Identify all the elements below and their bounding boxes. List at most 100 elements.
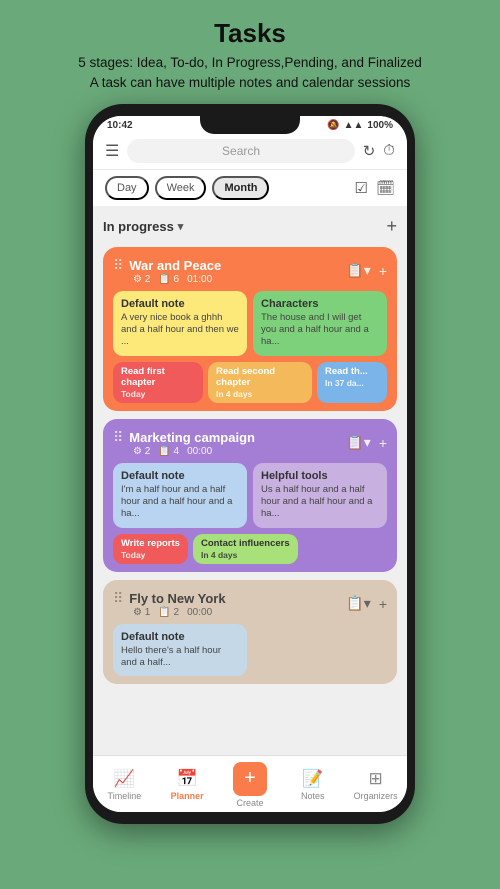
nav-item-create[interactable]: + Create bbox=[228, 762, 272, 808]
session-date: In 37 da... bbox=[325, 378, 379, 388]
tab-month[interactable]: Month bbox=[212, 176, 269, 200]
page-subtitle: 5 stages: Idea, To-do, In Progress,Pendi… bbox=[78, 53, 421, 94]
session-chip[interactable]: Write reports Today bbox=[113, 534, 188, 564]
task-actions: 📋▾ + bbox=[346, 434, 387, 451]
note-card[interactable]: Helpful tools Us a half hour and a half … bbox=[253, 463, 387, 528]
nav-label-create: Create bbox=[236, 798, 263, 808]
section-add-button[interactable]: + bbox=[386, 216, 397, 237]
notes-grid: Default note A very nice book a ghhh and… bbox=[113, 291, 387, 356]
tab-week[interactable]: Week bbox=[155, 176, 207, 200]
calendar-icon[interactable]: 🗓 bbox=[376, 179, 395, 197]
task-title-group: ⠿ Fly to New York ⚙ 1 📋 2 00:00 bbox=[113, 590, 226, 618]
task-meta-notes: 📋 2 bbox=[158, 607, 179, 618]
task-meta-tasks: ⚙ 1 bbox=[133, 607, 150, 618]
drag-handle-icon[interactable]: ⠿ bbox=[113, 429, 123, 446]
task-meta: ⚙ 1 📋 2 00:00 bbox=[133, 607, 226, 618]
note-title: Default note bbox=[121, 298, 239, 310]
task-add-icon[interactable]: + bbox=[379, 596, 387, 612]
section-label: In progress ▾ bbox=[103, 219, 183, 234]
note-card[interactable]: Default note Hello there's a half hour a… bbox=[113, 624, 247, 677]
wifi-icon: ▲▲ bbox=[344, 120, 364, 131]
task-copy-icon[interactable]: 📋▾ bbox=[346, 434, 370, 451]
timer-icon[interactable]: ⏱ bbox=[383, 142, 395, 159]
session-date: Today bbox=[121, 389, 195, 399]
nav-item-notes[interactable]: 📝 Notes bbox=[291, 769, 335, 801]
note-body: Hello there's a half hour and a half... bbox=[121, 645, 239, 670]
task-card-war-peace: ⠿ War and Peace ⚙ 2 📋 6 01:00 📋▾ + bbox=[103, 247, 397, 411]
notes-grid: Default note I'm a half hour and a half … bbox=[113, 463, 387, 528]
task-header: ⠿ Marketing campaign ⚙ 2 📋 4 00:00 📋▾ + bbox=[113, 429, 387, 457]
nav-item-timeline[interactable]: 📈 Timeline bbox=[102, 769, 146, 801]
top-bar: ☰ Search ↻ ⏱ bbox=[93, 133, 407, 170]
content-area: In progress ▾ + ⠿ War and Peace ⚙ 2 bbox=[93, 206, 407, 755]
section-title: In progress bbox=[103, 219, 174, 234]
note-body: A very nice book a ghhh and a half hour … bbox=[121, 312, 239, 349]
signal-icon: 🔕 bbox=[327, 120, 339, 131]
menu-icon[interactable]: ☰ bbox=[105, 141, 119, 161]
task-title-row: ⠿ Marketing campaign bbox=[113, 429, 255, 446]
task-copy-icon[interactable]: 📋▾ bbox=[346, 595, 370, 612]
task-title-group: ⠿ War and Peace ⚙ 2 📋 6 01:00 bbox=[113, 257, 221, 285]
note-title: Characters bbox=[261, 298, 379, 310]
tab-actions: ☑ 🗓 bbox=[355, 179, 396, 197]
nav-label-notes: Notes bbox=[301, 791, 325, 801]
task-header: ⠿ War and Peace ⚙ 2 📋 6 01:00 📋▾ + bbox=[113, 257, 387, 285]
note-title: Helpful tools bbox=[261, 470, 379, 482]
task-title-row: ⠿ War and Peace bbox=[113, 257, 221, 274]
planner-icon: 📅 bbox=[177, 769, 198, 789]
notes-icon: 📝 bbox=[302, 769, 323, 789]
task-name: Marketing campaign bbox=[129, 430, 255, 445]
session-date: Today bbox=[121, 550, 180, 560]
note-body: The house and I will get you and a half … bbox=[261, 312, 379, 349]
session-date: In 4 days bbox=[201, 550, 290, 560]
task-add-icon[interactable]: + bbox=[379, 435, 387, 451]
page-title: Tasks bbox=[78, 18, 421, 49]
note-card[interactable]: Characters The house and I will get you … bbox=[253, 291, 387, 356]
notes-grid: Default note Hello there's a half hour a… bbox=[113, 624, 387, 677]
drag-handle-icon[interactable]: ⠿ bbox=[113, 590, 123, 607]
bottom-nav: 📈 Timeline 📅 Planner + Create 📝 Notes ⊞ … bbox=[93, 755, 407, 812]
task-meta-tasks: ⚙ 2 bbox=[133, 446, 150, 457]
task-meta-time: 00:00 bbox=[187, 446, 212, 457]
session-chip[interactable]: Read second chapter In 4 days bbox=[208, 362, 312, 403]
note-title: Default note bbox=[121, 470, 239, 482]
dropdown-arrow-icon[interactable]: ▾ bbox=[178, 220, 184, 233]
session-chip[interactable]: Read first chapter Today bbox=[113, 362, 203, 403]
note-body: I'm a half hour and a half hour and a ha… bbox=[121, 484, 239, 521]
refresh-icon[interactable]: ↻ bbox=[363, 142, 376, 160]
drag-handle-icon[interactable]: ⠿ bbox=[113, 257, 123, 274]
session-label: Contact influencers bbox=[201, 538, 290, 549]
session-label: Read second chapter bbox=[216, 366, 304, 388]
task-meta: ⚙ 2 📋 4 00:00 bbox=[133, 446, 255, 457]
sessions-row: Read first chapter Today Read second cha… bbox=[113, 362, 387, 403]
note-card[interactable]: Default note I'm a half hour and a half … bbox=[113, 463, 247, 528]
phone-screen: 10:42 🔕 ▲▲ 100% ☰ Search ↻ ⏱ Day Week Mo… bbox=[93, 116, 407, 812]
task-meta-time: 01:00 bbox=[187, 274, 212, 285]
search-box[interactable]: Search bbox=[127, 139, 354, 163]
task-meta-notes: 📋 4 bbox=[158, 446, 179, 457]
check-icon[interactable]: ☑ bbox=[355, 179, 368, 197]
create-button[interactable]: + bbox=[233, 762, 267, 796]
phone-notch bbox=[200, 116, 300, 134]
session-chip[interactable]: Contact influencers In 4 days bbox=[193, 534, 298, 564]
task-actions: 📋▾ + bbox=[346, 262, 387, 279]
task-card-fly-new-york: ⠿ Fly to New York ⚙ 1 📋 2 00:00 📋▾ + bbox=[103, 580, 397, 685]
timeline-icon: 📈 bbox=[114, 769, 135, 789]
create-icon: + bbox=[244, 767, 256, 790]
nav-item-planner[interactable]: 📅 Planner bbox=[165, 769, 209, 801]
task-name: Fly to New York bbox=[129, 591, 225, 606]
session-chip[interactable]: Read th... In 37 da... bbox=[317, 362, 387, 403]
task-header: ⠿ Fly to New York ⚙ 1 📋 2 00:00 📋▾ + bbox=[113, 590, 387, 618]
task-copy-icon[interactable]: 📋▾ bbox=[346, 262, 370, 279]
session-date: In 4 days bbox=[216, 389, 304, 399]
tab-day[interactable]: Day bbox=[105, 176, 149, 200]
nav-item-organizers[interactable]: ⊞ Organizers bbox=[354, 769, 398, 801]
task-add-icon[interactable]: + bbox=[379, 263, 387, 279]
session-label: Read first chapter bbox=[121, 366, 195, 388]
page-header: Tasks 5 stages: Idea, To-do, In Progress… bbox=[58, 0, 441, 104]
section-header: In progress ▾ + bbox=[103, 214, 397, 239]
task-name: War and Peace bbox=[129, 258, 221, 273]
note-card[interactable]: Default note A very nice book a ghhh and… bbox=[113, 291, 247, 356]
note-body: Us a half hour and a half hour and a hal… bbox=[261, 484, 379, 521]
status-right: 🔕 ▲▲ 100% bbox=[327, 120, 393, 131]
